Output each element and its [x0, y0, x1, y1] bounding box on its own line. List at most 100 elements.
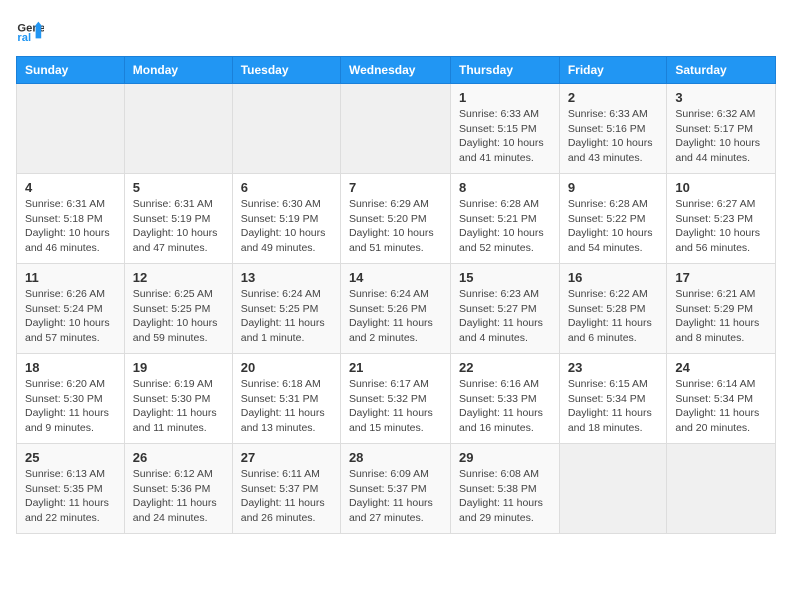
day-number: 21	[349, 360, 442, 375]
day-number: 28	[349, 450, 442, 465]
logo-icon: Gene ral	[16, 16, 44, 44]
day-info: Sunrise: 6:23 AMSunset: 5:27 PMDaylight:…	[459, 287, 551, 346]
calendar-cell: 8Sunrise: 6:28 AMSunset: 5:21 PMDaylight…	[451, 174, 560, 264]
calendar-table: SundayMondayTuesdayWednesdayThursdayFrid…	[16, 56, 776, 534]
day-number: 26	[133, 450, 224, 465]
day-number: 7	[349, 180, 442, 195]
calendar-cell: 24Sunrise: 6:14 AMSunset: 5:34 PMDayligh…	[667, 354, 776, 444]
calendar-cell: 2Sunrise: 6:33 AMSunset: 5:16 PMDaylight…	[559, 84, 667, 174]
day-number: 14	[349, 270, 442, 285]
calendar-cell: 4 Sunrise: 6:31 AMSunset: 5:18 PMDaylight…	[17, 174, 125, 264]
day-info: Sunrise: 6:08 AMSunset: 5:38 PMDaylight:…	[459, 467, 551, 526]
day-number: 19	[133, 360, 224, 375]
day-info: Sunrise: 6:17 AMSunset: 5:32 PMDaylight:…	[349, 377, 442, 436]
calendar-cell	[667, 444, 776, 534]
page-header: Gene ral	[16, 16, 776, 44]
day-number: 4	[25, 180, 116, 195]
day-number: 16	[568, 270, 659, 285]
calendar-cell: 26 Sunrise: 6:12 AMSunset: 5:36 PMDayligh…	[124, 444, 232, 534]
weekday-header: Saturday	[667, 57, 776, 84]
day-info: Sunrise: 6:22 AMSunset: 5:28 PMDaylight:…	[568, 287, 659, 346]
calendar-cell: 6 Sunrise: 6:30 AMSunset: 5:19 PMDaylight…	[232, 174, 340, 264]
calendar-cell: 5 Sunrise: 6:31 AMSunset: 5:19 PMDaylight…	[124, 174, 232, 264]
day-info: Sunrise: 6:28 AMSunset: 5:22 PMDaylight:…	[568, 197, 659, 256]
day-info: Sunrise: 6:19 AMSunset: 5:30 PMDaylight:…	[133, 377, 224, 436]
weekday-header: Wednesday	[340, 57, 450, 84]
calendar-cell: 23 Sunrise: 6:15 AMSunset: 5:34 PMDayligh…	[559, 354, 667, 444]
calendar-cell: 19 Sunrise: 6:19 AMSunset: 5:30 PMDayligh…	[124, 354, 232, 444]
day-info: Sunrise: 6:27 AMSunset: 5:23 PMDaylight:…	[675, 197, 767, 256]
day-number: 3	[675, 90, 767, 105]
calendar-week-row: 25Sunrise: 6:13 AMSunset: 5:35 PMDayligh…	[17, 444, 776, 534]
day-number: 29	[459, 450, 551, 465]
calendar-cell: 3 Sunrise: 6:32 AMSunset: 5:17 PMDaylight…	[667, 84, 776, 174]
day-info: Sunrise: 6:12 AMSunset: 5:36 PMDaylight:…	[133, 467, 224, 526]
day-info: Sunrise: 6:28 AMSunset: 5:21 PMDaylight:…	[459, 197, 551, 256]
day-number: 27	[241, 450, 332, 465]
day-info: Sunrise: 6:31 AMSunset: 5:19 PMDaylight:…	[133, 197, 224, 256]
day-number: 22	[459, 360, 551, 375]
weekday-header: Thursday	[451, 57, 560, 84]
calendar-cell: 14Sunrise: 6:24 AMSunset: 5:26 PMDayligh…	[340, 264, 450, 354]
calendar-cell: 1 Sunrise: 6:33 AMSunset: 5:15 PMDaylight…	[451, 84, 560, 174]
day-info: Sunrise: 6:11 AMSunset: 5:37 PMDaylight:…	[241, 467, 332, 526]
day-info: Sunrise: 6:33 AMSunset: 5:15 PMDaylight:…	[459, 107, 551, 166]
day-number: 11	[25, 270, 116, 285]
calendar-cell: 18Sunrise: 6:20 AMSunset: 5:30 PMDayligh…	[17, 354, 125, 444]
calendar-cell: 16 Sunrise: 6:22 AMSunset: 5:28 PMDayligh…	[559, 264, 667, 354]
day-number: 17	[675, 270, 767, 285]
weekday-header: Monday	[124, 57, 232, 84]
day-number: 1	[459, 90, 551, 105]
calendar-week-row: 1 Sunrise: 6:33 AMSunset: 5:15 PMDaylight…	[17, 84, 776, 174]
calendar-cell: 25Sunrise: 6:13 AMSunset: 5:35 PMDayligh…	[17, 444, 125, 534]
calendar-cell: 28 Sunrise: 6:09 AMSunset: 5:37 PMDayligh…	[340, 444, 450, 534]
day-info: Sunrise: 6:31 AMSunset: 5:18 PMDaylight:…	[25, 197, 116, 256]
svg-text:ral: ral	[17, 32, 31, 44]
calendar-cell: 13 Sunrise: 6:24 AMSunset: 5:25 PMDayligh…	[232, 264, 340, 354]
day-info: Sunrise: 6:32 AMSunset: 5:17 PMDaylight:…	[675, 107, 767, 166]
calendar-cell: 22 Sunrise: 6:16 AMSunset: 5:33 PMDayligh…	[451, 354, 560, 444]
calendar-week-row: 4 Sunrise: 6:31 AMSunset: 5:18 PMDaylight…	[17, 174, 776, 264]
day-info: Sunrise: 6:18 AMSunset: 5:31 PMDaylight:…	[241, 377, 332, 436]
day-info: Sunrise: 6:16 AMSunset: 5:33 PMDaylight:…	[459, 377, 551, 436]
calendar-week-row: 18Sunrise: 6:20 AMSunset: 5:30 PMDayligh…	[17, 354, 776, 444]
day-info: Sunrise: 6:15 AMSunset: 5:34 PMDaylight:…	[568, 377, 659, 436]
day-number: 13	[241, 270, 332, 285]
calendar-cell	[559, 444, 667, 534]
calendar-cell: 9 Sunrise: 6:28 AMSunset: 5:22 PMDaylight…	[559, 174, 667, 264]
day-number: 23	[568, 360, 659, 375]
weekday-header: Friday	[559, 57, 667, 84]
calendar-cell: 12 Sunrise: 6:25 AMSunset: 5:25 PMDayligh…	[124, 264, 232, 354]
calendar-cell: 11 Sunrise: 6:26 AMSunset: 5:24 PMDayligh…	[17, 264, 125, 354]
day-info: Sunrise: 6:21 AMSunset: 5:29 PMDaylight:…	[675, 287, 767, 346]
day-info: Sunrise: 6:24 AMSunset: 5:25 PMDaylight:…	[241, 287, 332, 346]
calendar-cell: 10 Sunrise: 6:27 AMSunset: 5:23 PMDayligh…	[667, 174, 776, 264]
day-info: Sunrise: 6:29 AMSunset: 5:20 PMDaylight:…	[349, 197, 442, 256]
day-number: 9	[568, 180, 659, 195]
day-info: Sunrise: 6:14 AMSunset: 5:34 PMDaylight:…	[675, 377, 767, 436]
calendar-week-row: 11 Sunrise: 6:26 AMSunset: 5:24 PMDayligh…	[17, 264, 776, 354]
weekday-header: Sunday	[17, 57, 125, 84]
calendar-cell	[124, 84, 232, 174]
day-number: 6	[241, 180, 332, 195]
day-number: 18	[25, 360, 116, 375]
day-info: Sunrise: 6:26 AMSunset: 5:24 PMDaylight:…	[25, 287, 116, 346]
calendar-cell	[340, 84, 450, 174]
logo: Gene ral	[16, 16, 48, 44]
day-number: 20	[241, 360, 332, 375]
day-number: 12	[133, 270, 224, 285]
calendar-cell: 17 Sunrise: 6:21 AMSunset: 5:29 PMDayligh…	[667, 264, 776, 354]
calendar-cell: 29 Sunrise: 6:08 AMSunset: 5:38 PMDayligh…	[451, 444, 560, 534]
calendar-cell: 7 Sunrise: 6:29 AMSunset: 5:20 PMDaylight…	[340, 174, 450, 264]
calendar-cell: 20 Sunrise: 6:18 AMSunset: 5:31 PMDayligh…	[232, 354, 340, 444]
day-number: 15	[459, 270, 551, 285]
weekday-header: Tuesday	[232, 57, 340, 84]
calendar-cell: 21 Sunrise: 6:17 AMSunset: 5:32 PMDayligh…	[340, 354, 450, 444]
day-info: Sunrise: 6:25 AMSunset: 5:25 PMDaylight:…	[133, 287, 224, 346]
day-info: Sunrise: 6:30 AMSunset: 5:19 PMDaylight:…	[241, 197, 332, 256]
day-number: 25	[25, 450, 116, 465]
day-number: 5	[133, 180, 224, 195]
day-info: Sunrise: 6:09 AMSunset: 5:37 PMDaylight:…	[349, 467, 442, 526]
day-number: 10	[675, 180, 767, 195]
day-info: Sunrise: 6:33 AMSunset: 5:16 PMDaylight:…	[568, 107, 659, 166]
